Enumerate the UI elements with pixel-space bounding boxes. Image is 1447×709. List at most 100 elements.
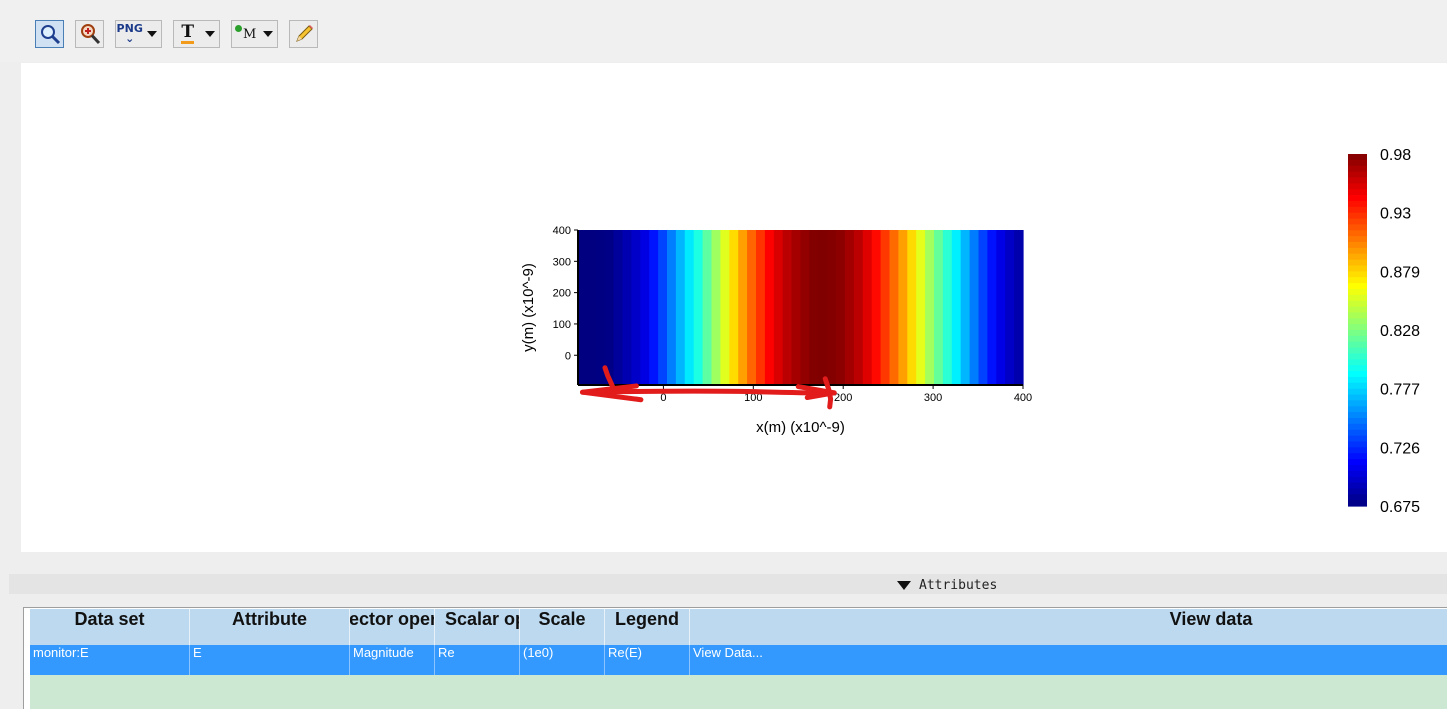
colorbar-segment — [1348, 423, 1367, 431]
cell-scale[interactable]: (1e0) — [520, 645, 605, 675]
heatmap-plot[interactable]: 0 100 200 300 4000100200300400x(m) (x10^-9)y… — [21, 63, 1447, 552]
heatmap-cell — [907, 230, 917, 385]
colorbar-segment — [1348, 183, 1367, 190]
col-scalar-operation[interactable]: Scalar operation — [435, 609, 520, 645]
chevron-down-icon[interactable] — [201, 21, 219, 47]
colorbar-segment — [1348, 394, 1367, 401]
heatmap-cell — [960, 230, 971, 385]
triangle-down-icon — [897, 581, 911, 590]
x-tick-label: 0 — [660, 392, 666, 404]
colorbar-segment — [1348, 230, 1367, 237]
heatmap-cell — [987, 230, 997, 385]
col-scale[interactable]: Scale — [520, 609, 605, 645]
attributes-toggle[interactable]: Attributes — [897, 578, 997, 593]
colorbar-tick-label: 0.777 — [1380, 382, 1420, 399]
heatmap-cell — [675, 230, 686, 385]
colorbar-segment — [1348, 476, 1367, 484]
zoom-button[interactable] — [35, 20, 64, 48]
heatmap-cell — [622, 230, 632, 385]
heatmap-cell — [871, 230, 882, 385]
col-legend[interactable]: Legend — [605, 609, 690, 645]
cell-attribute[interactable]: E — [190, 645, 350, 675]
heatmap-cell — [809, 230, 819, 385]
heatmap-cell — [764, 230, 775, 385]
marker-button[interactable]: M — [231, 20, 278, 48]
cell-vector-operation[interactable]: Magnitude — [350, 645, 435, 675]
colorbar-segment — [1348, 441, 1367, 448]
heatmap-cell — [800, 230, 810, 385]
heatmap-cell — [586, 230, 597, 385]
y-tick-label: 200 — [553, 288, 571, 300]
attributes-bar — [9, 574, 1447, 594]
heatmap-cell — [693, 230, 704, 385]
heatmap-cell — [898, 230, 908, 385]
x-tick-label: 300 — [924, 392, 942, 404]
cell-view-data[interactable]: View Data... — [690, 645, 1447, 675]
colorbar-tick-label: 0.726 — [1380, 440, 1420, 457]
colorbar-segment — [1348, 324, 1367, 331]
colorbar-segment — [1348, 447, 1367, 454]
attributes-table: Data set Attribute Vector operation Scal… — [23, 607, 1447, 709]
cell-data-set[interactable]: monitor:E — [30, 645, 190, 675]
colorbar-segment — [1348, 300, 1367, 308]
colorbar-segment — [1348, 412, 1367, 419]
cell-scalar-operation[interactable]: Re — [435, 645, 520, 675]
text-button[interactable]: T — [173, 20, 220, 48]
table-empty-area — [30, 675, 1447, 709]
colorbar-segment — [1348, 206, 1367, 214]
heatmap-cell — [782, 230, 793, 385]
colorbar-segment — [1348, 418, 1367, 425]
heatmap-cell — [684, 230, 695, 385]
colorbar-segment — [1348, 400, 1367, 407]
table-header: Data set Attribute Vector operation Scal… — [30, 609, 1447, 645]
colorbar-segment — [1348, 406, 1367, 413]
marker-m-icon: M — [232, 21, 259, 47]
col-view-data[interactable]: View data — [690, 609, 1447, 645]
colorbar-segment — [1348, 482, 1367, 489]
y-tick-label: 100 — [553, 319, 571, 331]
pencil-icon — [290, 21, 317, 47]
colorbar-segment — [1348, 288, 1367, 296]
heatmap-cell — [791, 230, 802, 385]
export-png-button[interactable]: PNG ⌄ — [115, 20, 162, 48]
plot-area[interactable]: 0 100 200 300 400 0 100 200 300 400 x(m) (x10^-9) y… — [21, 63, 1447, 552]
col-attribute[interactable]: Attribute — [190, 609, 350, 645]
heatmap-cell — [649, 230, 659, 385]
colorbar-segment — [1348, 271, 1367, 278]
x-tick-label: 200 — [834, 392, 852, 404]
col-vector-operation[interactable]: Vector operation — [350, 609, 435, 645]
heatmap-cell — [853, 230, 864, 385]
colorbar-segment — [1348, 459, 1367, 466]
colorbar-segment — [1348, 165, 1367, 173]
edit-button[interactable] — [289, 20, 318, 48]
colorbar-tick-label: 0.879 — [1380, 264, 1420, 281]
col-data-set[interactable]: Data set — [30, 609, 190, 645]
cell-legend[interactable]: Re(E) — [605, 645, 690, 675]
colorbar-segment — [1348, 347, 1367, 355]
heatmap-cell — [747, 230, 757, 385]
colorbar-segment — [1348, 177, 1367, 184]
heatmap-cell — [773, 230, 784, 385]
colorbar-segment — [1348, 488, 1367, 495]
colorbar-segment — [1348, 189, 1367, 196]
heatmap-cell — [658, 230, 668, 385]
colorbar-segment — [1348, 253, 1367, 261]
colorbar-segment — [1348, 236, 1367, 243]
col-vector-operation-label: Vector operation — [350, 609, 435, 629]
heatmap-cell — [916, 230, 926, 385]
table-row[interactable]: monitor:E E Magnitude Re (1e0) Re(E) Vie… — [30, 645, 1447, 675]
heatmap-cell — [996, 230, 1006, 385]
heatmap-cell — [729, 230, 739, 385]
colorbar-segment — [1348, 500, 1367, 507]
chevron-down-icon[interactable] — [143, 21, 161, 47]
colorbar-tick-label: 0.675 — [1380, 499, 1420, 516]
heatmap-cell — [889, 230, 899, 385]
colorbar-segment — [1348, 341, 1367, 349]
heatmap-cell — [942, 230, 953, 385]
y-tick-label: 300 — [553, 256, 571, 268]
chevron-down-icon[interactable] — [259, 21, 277, 47]
zoom-options-button[interactable] — [75, 20, 104, 48]
y-axis-label: y(m) (x10^-9) — [520, 263, 537, 352]
annotation-arrow-shaft — [579, 388, 837, 396]
colorbar-segment — [1348, 283, 1367, 290]
